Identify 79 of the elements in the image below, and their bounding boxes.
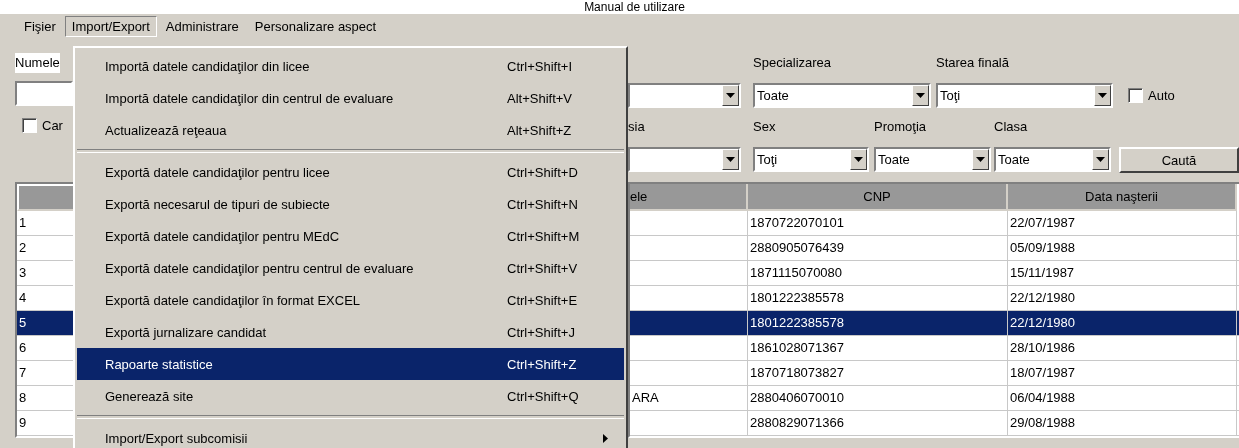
checkbox-label: Auto (1148, 88, 1175, 103)
menu-item[interactable]: Exportă datele candidaţilor pentru licee Ctrl+Shift+D (77, 156, 624, 188)
table-cell: 1801222385578 (750, 315, 844, 330)
table-cell: 22/12/1980 (1010, 290, 1076, 305)
row-number-cell[interactable]: 3 (17, 261, 73, 285)
table-row[interactable]: 2880829071366 29/08/1988 (630, 411, 1239, 436)
field-label: Promoţia (874, 119, 927, 134)
dropdown-field[interactable]: Toţi (753, 147, 869, 172)
field-label: Clasa (994, 119, 1028, 134)
table-row[interactable]: 1870718073827 18/07/1987 (630, 361, 1239, 386)
menubar-item[interactable]: Import/Export (64, 16, 157, 37)
table-row[interactable]: 2880905076439 05/09/1988 (630, 236, 1239, 261)
column-header[interactable]: ele (630, 184, 748, 211)
menu-item[interactable]: Generează site Ctrl+Shift+Q (77, 380, 624, 412)
menubar-item[interactable]: Fişier (17, 16, 63, 37)
row-number-cell[interactable]: 2 (17, 236, 73, 260)
table-cell: 2880406070010 (750, 390, 844, 405)
table-row[interactable]: 1801222385578 22/12/1980 (630, 311, 1239, 336)
row-number-cell[interactable]: 9 (17, 411, 73, 435)
checkbox[interactable] (22, 118, 37, 133)
menu-item[interactable]: Exportă datele candidaţilor pentru MEdC Ctrl+Shift+M (77, 220, 624, 252)
table-row[interactable]: 1871115070080 15/11/1987 (630, 261, 1239, 286)
table-cell: 28/10/1986 (1010, 340, 1076, 355)
dropdown-field[interactable]: Toate (753, 83, 931, 108)
name-input-field[interactable] (15, 81, 73, 106)
row-number-cell[interactable]: 8 (17, 386, 73, 410)
table-cell: 1870718073827 (750, 365, 844, 380)
document-title: Manual de utilizare (583, 0, 685, 14)
table-row[interactable]: ARA 2880406070010 06/04/1988 (630, 386, 1239, 411)
field-label: Sex (753, 119, 776, 134)
menu-item[interactable]: Exportă datele candidaţilor pentru centrul de evaluare Ctrl+Shift+V (77, 252, 624, 284)
table-cell: 22/12/1980 (1010, 315, 1076, 330)
menu-item[interactable]: Importă datele candidaţilor din licee Ctrl+Shift+I (77, 50, 624, 82)
column-header[interactable] (17, 184, 73, 211)
field-label: Starea finală (936, 55, 1009, 70)
table-cell: 1871115070080 (750, 265, 843, 280)
row-number-cell[interactable]: 5 (17, 311, 73, 335)
menu-item[interactable]: Actualizează reţeaua Alt+Shift+Z (77, 114, 624, 146)
checkbox-label: Car (42, 118, 63, 133)
table-cell: 05/09/1988 (1010, 240, 1076, 255)
table-cell: ARA (632, 390, 659, 405)
table-row[interactable]: 1870722070101 22/07/1987 (630, 211, 1239, 236)
search-button[interactable]: Caută (1119, 147, 1239, 173)
menu-item[interactable]: Exportă jurnalizare candidat Ctrl+Shift+J (77, 316, 624, 348)
table-cell: 18/07/1987 (1010, 365, 1076, 380)
dropdown-field[interactable] (628, 147, 741, 172)
table-cell: 2880905076439 (750, 240, 844, 255)
dropdown-field[interactable] (628, 83, 741, 108)
table-cell: 29/08/1988 (1010, 415, 1076, 430)
table-cell: 15/11/1987 (1010, 265, 1075, 280)
field-label: Specializarea (753, 55, 832, 70)
table-cell: 22/07/1987 (1010, 215, 1076, 230)
table-cell: 1870722070101 (750, 215, 844, 230)
table-cell: 1861028071367 (750, 340, 844, 355)
table-cell: 1801222385578 (750, 290, 844, 305)
field-label: sia (628, 119, 645, 134)
row-number-cell[interactable]: 4 (17, 286, 73, 310)
submenu-item[interactable]: Import/Export subcomisii (77, 422, 624, 448)
row-number-cell[interactable]: 7 (17, 361, 73, 385)
table-cell: 2880829071366 (750, 415, 844, 430)
submenu-arrow-icon (603, 433, 608, 443)
menu-item[interactable]: Rapoarte statistice Ctrl+Shift+Z (77, 348, 624, 380)
field-label: Numele (15, 53, 60, 73)
table-row[interactable]: 1861028071367 28/10/1986 (630, 336, 1239, 361)
checkbox[interactable] (1128, 88, 1143, 103)
row-number-cell[interactable]: 6 (17, 336, 73, 360)
dropdown-field[interactable]: Toţi (936, 83, 1113, 108)
dropdown-field[interactable]: Toate (874, 147, 991, 172)
column-header[interactable]: Data naşterii (1008, 184, 1237, 211)
menubar-item[interactable]: Administrare (158, 16, 246, 37)
menu-item[interactable]: Exportă datele candidaţilor în format EXCEL Ctrl+Shift+E (77, 284, 624, 316)
table-cell: 06/04/1988 (1010, 390, 1076, 405)
menu-item[interactable]: Importă datele candidaţilor din centrul de evaluare Alt+Shift+V (77, 82, 624, 114)
menubar-item[interactable]: Personalizare aspect (247, 16, 384, 37)
menu-item[interactable]: Exportă necesarul de tipuri de subiecte Ctrl+Shift+N (77, 188, 624, 220)
row-number-cell[interactable]: 1 (17, 211, 73, 235)
dropdown-field[interactable]: Toate (994, 147, 1111, 172)
column-header[interactable]: CNP (748, 184, 1008, 211)
table-row[interactable]: 1801222385578 22/12/1980 (630, 286, 1239, 311)
